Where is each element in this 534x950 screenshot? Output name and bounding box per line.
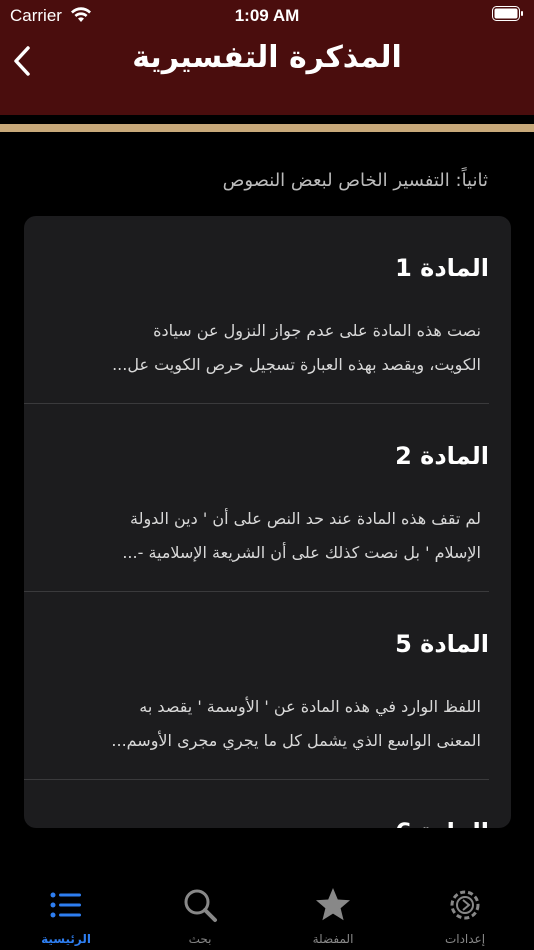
nav-header: Carrier 1:09 AM المذكرة التفسيرية [0,0,534,115]
status-bar: Carrier 1:09 AM [0,0,534,30]
tab-label: إعدادات [444,932,486,946]
gold-divider [0,124,534,132]
item-title: المادة 6 [395,818,489,828]
list-item[interactable]: المادة 6 [24,780,489,828]
list-item[interactable]: المادة 1 نصت هذه المادة على عدم جواز الن… [24,216,489,404]
tab-home[interactable]: الرئيسية [21,886,111,946]
star-icon [316,888,350,921]
status-time: 1:09 AM [234,6,300,25]
battery-icon [492,6,523,21]
excerpt-line: الإسلام ' بل نصت كذلك على أن الشريعة الإ… [122,543,481,562]
tab-favorites[interactable]: المفضلة [288,886,378,946]
back-chevron-icon[interactable] [8,42,38,80]
tab-bar: الرئيسية بحث المفضلة إعدادات [0,866,534,950]
articles-list: المادة 1 نصت هذه المادة على عدم جواز الن… [24,216,511,828]
tab-label: الرئيسية [41,932,91,946]
list-icon [50,892,81,918]
excerpt-line: لم تقف هذه المادة عند حد النص على أن ' د… [130,509,481,528]
list-item[interactable]: المادة 5 اللفظ الوارد في هذه المادة عن '… [24,592,489,780]
excerpt-line: اللفظ الوارد في هذه المادة عن ' الأوسمة … [139,697,481,716]
search-icon [184,889,217,922]
item-title: المادة 1 [395,254,489,282]
gear-icon [450,890,480,920]
item-title: المادة 5 [395,630,489,658]
tab-label: بحث [188,932,212,946]
item-excerpt: اللفظ الوارد في هذه المادة عن ' الأوسمة … [24,690,481,758]
list-item[interactable]: المادة 2 لم تقف هذه المادة عند حد النص ع… [24,404,489,592]
page-title: المذكرة التفسيرية [132,40,402,75]
item-excerpt: لم تقف هذه المادة عند حد النص على أن ' د… [24,502,481,570]
excerpt-line: الكويت، ويقصد بهذه العبارة تسجيل حرص الك… [112,355,481,374]
tab-label: المفضلة [312,932,354,946]
section-title: ثانياً: التفسير الخاص لبعض النصوص [222,170,488,191]
excerpt-line: المعنى الواسع الذي يشمل كل ما يجري مجرى … [111,731,481,750]
item-excerpt: نصت هذه المادة على عدم جواز النزول عن سي… [24,314,481,382]
excerpt-line: نصت هذه المادة على عدم جواز النزول عن سي… [153,321,481,340]
tab-search[interactable]: بحث [155,886,245,946]
tab-settings[interactable]: إعدادات [420,886,510,946]
item-title: المادة 2 [395,442,489,470]
